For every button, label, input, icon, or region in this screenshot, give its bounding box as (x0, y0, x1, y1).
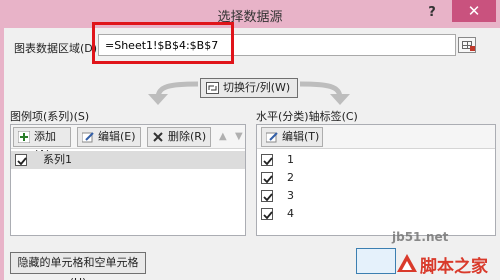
right-curve-arrow-icon (299, 81, 350, 105)
series-row[interactable]: 系列1 (11, 151, 245, 169)
axis-label-checkbox[interactable] (261, 154, 273, 166)
move-up-button[interactable]: ▲ (219, 131, 227, 142)
edit-axis-label: 编辑(T) (282, 130, 320, 143)
series-checkbox[interactable] (15, 154, 27, 166)
add-icon (18, 131, 30, 143)
legend-toolbar: 添加(A) 编辑(E) 删除(R) ▲ ▼ (11, 125, 245, 161)
axis-toolbar: 编辑(T) (257, 125, 495, 149)
axis-label-row[interactable]: 2 (257, 169, 495, 187)
checkmark-icon (263, 157, 273, 166)
axis-label-row[interactable]: 4 (257, 205, 495, 223)
switch-row-column-button[interactable]: 切换行/列(W) (200, 78, 298, 98)
left-curve-arrow-icon (148, 81, 199, 105)
checkmark-icon (17, 157, 27, 166)
edit-series-button[interactable]: 编辑(E) (77, 127, 141, 147)
axis-labels-panel: 编辑(T) 1 2 3 4 (256, 124, 496, 236)
axis-label-row[interactable]: 1 (257, 151, 495, 169)
delete-icon (153, 132, 163, 142)
ok-button[interactable] (356, 248, 396, 274)
legend-entries-header: 图例项(系列)(S) (10, 110, 90, 123)
switch-row-column-label: 切换行/列(W) (223, 81, 291, 94)
close-button[interactable]: ✕ (452, 0, 496, 22)
range-picker-button[interactable] (458, 37, 476, 53)
help-button[interactable]: ? (424, 5, 440, 21)
axis-label-text: 2 (287, 171, 294, 184)
delete-series-button[interactable]: 删除(R) (147, 127, 211, 147)
series-name: 系列1 (43, 153, 72, 166)
window-edge (0, 28, 4, 280)
axis-labels-header: 水平(分类)轴标签(C) (256, 110, 358, 123)
hidden-empty-cells-button[interactable]: 隐藏的单元格和空单元格(H) (10, 252, 146, 280)
edit-axis-button[interactable]: 编辑(T) (261, 127, 323, 147)
title-bar: 选择数据源 ? ✕ (0, 0, 500, 28)
watermark-brand-text: 脚本之家 (420, 257, 488, 277)
edit-icon (266, 132, 278, 143)
data-range-input[interactable] (98, 34, 456, 56)
axis-label-checkbox[interactable] (261, 172, 273, 184)
axis-label-text: 4 (287, 207, 294, 220)
data-range-label: 图表数据区域(D): (14, 42, 101, 55)
move-down-button[interactable]: ▼ (235, 131, 243, 142)
switch-icon (206, 82, 219, 94)
axis-label-checkbox[interactable] (261, 190, 273, 202)
range-select-marker (470, 46, 475, 51)
axis-label-text: 1 (287, 153, 294, 166)
legend-series-panel: 添加(A) 编辑(E) 删除(R) ▲ ▼ 系列1 (10, 124, 246, 236)
axis-label-checkbox[interactable] (261, 208, 273, 220)
edit-icon (82, 132, 94, 143)
axis-label-text: 3 (287, 189, 294, 202)
delete-series-label: 删除(R) (168, 130, 207, 143)
edit-series-label: 编辑(E) (98, 130, 136, 143)
checkmark-icon (263, 211, 273, 220)
checkmark-icon (263, 175, 273, 184)
axis-label-row[interactable]: 3 (257, 187, 495, 205)
watermark-url: jb51.net (392, 230, 449, 244)
brand-logo-icon (397, 254, 417, 272)
add-series-button[interactable]: 添加(A) (13, 127, 71, 161)
checkmark-icon (263, 193, 273, 202)
